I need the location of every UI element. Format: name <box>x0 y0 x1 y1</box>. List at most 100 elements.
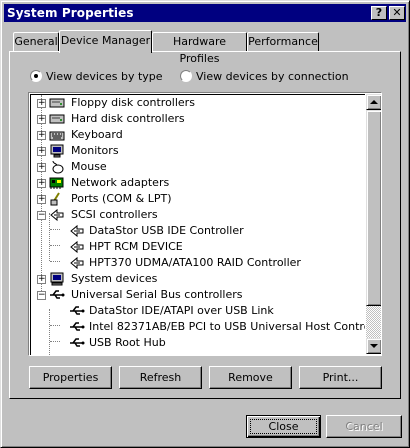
device-category-scsi[interactable]: SCSI controllers <box>71 207 158 223</box>
scroll-down-button[interactable] <box>366 338 381 354</box>
refresh-button[interactable]: Refresh <box>119 366 202 389</box>
expand-toggle[interactable]: + <box>37 99 46 108</box>
collapse-toggle[interactable]: − <box>37 211 46 220</box>
mouse-icon <box>52 160 64 174</box>
expand-toggle[interactable]: + <box>37 163 46 172</box>
tree-label: Intel 82371AB/EB PCI to USB Universal Ho… <box>89 320 365 333</box>
tree-label: SCSI controllers <box>71 208 158 221</box>
tree-label: DataStor IDE/ATAPI over USB Link <box>89 304 274 317</box>
remove-button[interactable]: Remove <box>209 366 292 389</box>
expand-toggle[interactable]: + <box>37 275 46 284</box>
usb-device-icon <box>70 306 85 315</box>
expand-toggle[interactable]: + <box>37 147 46 156</box>
arrow-up-icon <box>370 100 378 104</box>
help-icon: ? <box>375 6 383 19</box>
tree-line <box>50 261 60 262</box>
expand-toggle[interactable]: + <box>37 195 46 204</box>
scsi-device-icon <box>70 256 84 270</box>
button-label: Refresh <box>139 371 182 384</box>
device-category-usb[interactable]: Universal Serial Bus controllers <box>71 287 242 303</box>
help-button[interactable]: ? <box>371 6 387 20</box>
radio-label: View devices by connection <box>196 70 349 83</box>
cancel-button[interactable]: Cancel <box>326 415 402 438</box>
tree-label: Ports (COM & LPT) <box>71 192 172 205</box>
collapse-toggle[interactable]: − <box>37 291 46 300</box>
tree-label: USB Root Hub <box>89 336 166 349</box>
scsi-icon <box>50 208 64 222</box>
monitor-icon <box>50 144 64 158</box>
properties-button[interactable]: Properties <box>29 366 112 389</box>
tree-label: Floppy disk controllers <box>71 96 195 109</box>
scrollbar-thumb[interactable] <box>366 110 381 306</box>
tree-label: Mouse <box>71 160 107 173</box>
device-item[interactable]: DataStor IDE/ATAPI over USB Link <box>89 303 274 319</box>
keyboard-icon <box>49 131 65 141</box>
floppy-controller-icon <box>49 98 65 108</box>
tree-label: Monitors <box>71 144 119 157</box>
radio-unselected-indicator <box>180 70 192 82</box>
button-label: Properties <box>42 371 99 384</box>
device-tree-viewport: + Floppy disk controllers + Hard disk co… <box>30 94 365 355</box>
network-adapter-icon <box>49 177 64 189</box>
disk-controller-icon <box>49 114 65 124</box>
title-bar[interactable]: System Properties ? ✕ <box>4 4 406 22</box>
expand-toggle[interactable]: + <box>37 179 46 188</box>
close-icon: ✕ <box>392 6 402 19</box>
tab-device-manager[interactable]: Device Manager <box>59 30 152 53</box>
device-tree[interactable]: + Floppy disk controllers + Hard disk co… <box>28 92 382 356</box>
close-window-button[interactable]: ✕ <box>389 6 405 20</box>
tree-label: Keyboard <box>71 128 123 141</box>
button-label: Cancel <box>345 420 383 433</box>
expand-toggle[interactable]: + <box>37 131 46 140</box>
tab-label: General <box>14 35 58 48</box>
radio-selected-indicator <box>30 70 42 82</box>
device-category-network[interactable]: Network adapters <box>71 175 169 191</box>
usb-icon <box>50 290 65 299</box>
tab-hardware-profiles[interactable]: Hardware Profiles <box>152 32 247 65</box>
tree-label: Network adapters <box>71 176 170 189</box>
device-category-mouse[interactable]: Mouse <box>71 159 107 175</box>
tab-performance[interactable]: Performance <box>247 32 319 51</box>
button-label: Print... <box>322 371 359 384</box>
system-device-icon <box>50 272 64 286</box>
tab-general[interactable]: General <box>13 32 59 51</box>
device-category-monitors[interactable]: Monitors <box>71 143 119 159</box>
system-properties-window: System Properties ? ✕ General Device Man… <box>0 0 410 448</box>
device-category-system[interactable]: System devices <box>71 271 157 287</box>
tree-line <box>50 325 60 326</box>
expand-toggle[interactable]: + <box>37 115 46 124</box>
tree-label: Hard disk controllers <box>71 112 185 125</box>
tab-label: Performance <box>248 35 318 48</box>
port-icon <box>50 192 60 206</box>
usb-device-icon <box>70 322 85 331</box>
arrow-down-icon <box>370 344 378 348</box>
button-label: Close <box>268 420 299 433</box>
window-title: System Properties <box>7 6 134 20</box>
tree-line <box>50 245 60 246</box>
device-item[interactable]: DataStor USB IDE Controller <box>89 223 244 239</box>
close-button[interactable]: Close <box>246 415 321 438</box>
tree-label: HPT RCM DEVICE <box>89 240 183 253</box>
tree-label: HPT370 UDMA/ATA100 RAID Controller <box>89 256 301 269</box>
device-item[interactable]: USB Root Hub <box>89 335 166 351</box>
device-category-keyboard[interactable]: Keyboard <box>71 127 123 143</box>
device-category-ports[interactable]: Ports (COM & LPT) <box>71 191 172 207</box>
tree-label: System devices <box>71 272 158 285</box>
tree-label: Universal Serial Bus controllers <box>71 288 243 301</box>
button-label: Remove <box>228 371 273 384</box>
device-category-floppy[interactable]: Floppy disk controllers <box>71 95 195 111</box>
scroll-up-button[interactable] <box>366 94 381 110</box>
usb-device-icon <box>70 338 85 347</box>
print-button[interactable]: Print... <box>299 366 382 389</box>
device-category-hard-disk[interactable]: Hard disk controllers <box>71 111 185 127</box>
vertical-scrollbar[interactable] <box>366 94 381 354</box>
tree-line <box>50 341 60 342</box>
scsi-device-icon <box>70 240 84 254</box>
device-item[interactable]: Intel 82371AB/EB PCI to USB Universal Ho… <box>89 319 365 335</box>
tree-line <box>49 309 50 355</box>
tree-label: DataStor USB IDE Controller <box>89 224 244 237</box>
device-item[interactable]: HPT370 UDMA/ATA100 RAID Controller <box>89 255 301 271</box>
device-item[interactable]: HPT RCM DEVICE <box>89 239 183 255</box>
tab-label: Device Manager <box>60 34 151 47</box>
radio-label: View devices by type <box>46 70 163 83</box>
